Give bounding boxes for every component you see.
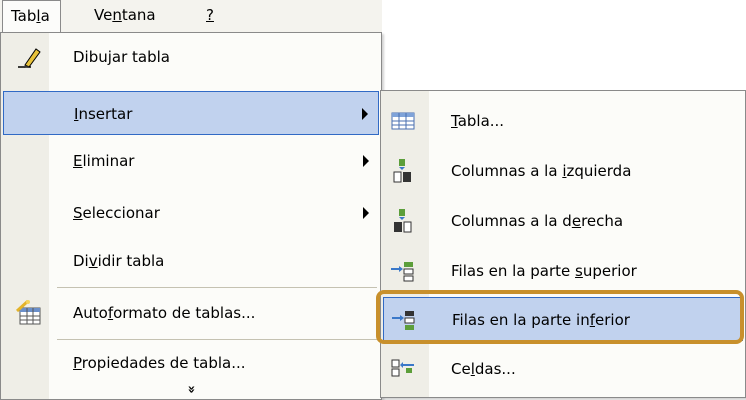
submenu-item-columnas-derecha[interactable]: Columnas a la derecha (383, 199, 743, 243)
submenu-arrow-icon (363, 155, 369, 167)
menu-item-insertar[interactable]: Insertar (3, 91, 379, 135)
menu-item-label: Dibujar tabla (73, 48, 171, 66)
menu-item-label: Insertar (74, 105, 133, 123)
menu-item-propiedades[interactable]: Propiedades de tabla... (3, 341, 379, 385)
menu-item-label: Dividir tabla (73, 252, 165, 270)
pencil-icon (15, 43, 43, 71)
submenu-item-label: Celdas... (451, 360, 516, 378)
submenu-arrow-icon (363, 207, 369, 219)
submenu-item-filas-superior[interactable]: Filas en la parte superior (383, 249, 743, 293)
menu-item-dividir-tabla[interactable]: Dividir tabla (3, 239, 379, 283)
table-autoformat-icon (15, 299, 43, 327)
menubar-item-tabla[interactable]: Tabla (2, 0, 61, 32)
insert-rows-above-icon (389, 257, 417, 285)
insertar-submenu: Tabla... Columnas a la izquierda Columna… (380, 90, 746, 398)
menu-item-label: Autoformato de tablas... (73, 304, 256, 322)
menu-item-eliminar[interactable]: Eliminar (3, 139, 379, 183)
insert-rows-below-icon (390, 306, 418, 334)
submenu-item-label: Columnas a la izquierda (451, 162, 632, 180)
menu-item-label: Seleccionar (73, 204, 160, 222)
submenu-item-filas-inferior[interactable]: Filas en la parte inferior (383, 297, 743, 341)
menu-separator (57, 339, 377, 340)
menu-item-label: Propiedades de tabla... (73, 354, 246, 372)
menu-item-seleccionar[interactable]: Seleccionar (3, 191, 379, 235)
menu-item-dibujar-tabla[interactable]: Dibujar tabla (3, 35, 379, 79)
menu-item-autoformato[interactable]: Autoformato de tablas... (3, 291, 379, 335)
submenu-item-tabla[interactable]: Tabla... (383, 99, 743, 143)
insert-cells-icon (389, 355, 417, 383)
insert-columns-right-icon (389, 207, 417, 235)
submenu-item-label: Tabla... (451, 112, 505, 130)
insert-columns-left-icon (389, 157, 417, 185)
submenu-item-label: Filas en la parte inferior (452, 311, 630, 329)
menubar-item-ventana[interactable]: Ventana (86, 0, 166, 32)
table-grid-icon (389, 107, 417, 135)
submenu-item-columnas-izquierda[interactable]: Columnas a la izquierda (383, 149, 743, 193)
submenu-item-celdas[interactable]: Celdas... (383, 347, 743, 391)
menu-item-label: Eliminar (73, 152, 135, 170)
submenu-arrow-icon (362, 108, 368, 120)
submenu-item-label: Filas en la parte superior (451, 262, 637, 280)
menubar-item-help[interactable]: ? (198, 0, 224, 32)
expand-menu-chevron-icon[interactable]: » (184, 385, 199, 393)
menu-separator (57, 287, 377, 288)
tabla-menu: Dibujar tabla Insertar Eliminar Seleccio… (0, 32, 382, 400)
submenu-item-label: Columnas a la derecha (451, 212, 624, 230)
menu-bar: Tabla Ventana ? (0, 0, 382, 33)
